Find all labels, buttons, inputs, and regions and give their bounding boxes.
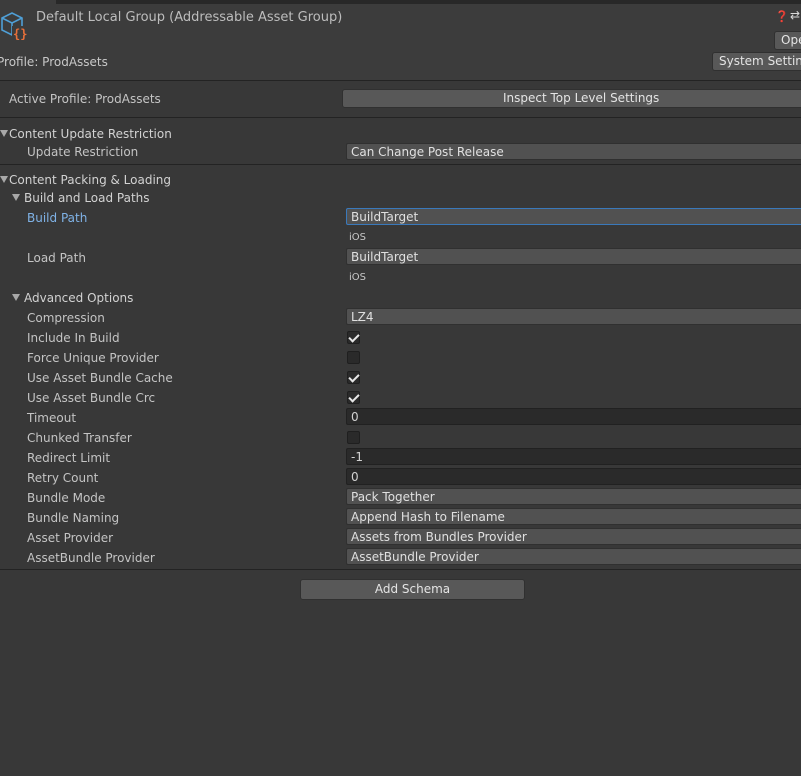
include-in-build-checkbox[interactable] (347, 331, 360, 344)
header-divider (0, 80, 801, 81)
inspect-top-level-settings-button[interactable]: Inspect Top Level Settings (342, 89, 801, 108)
use-asset-bundle-crc-checkbox[interactable] (347, 391, 360, 404)
group-title: Default Local Group (Addressable Asset G… (36, 10, 343, 25)
advanced-options-foldout[interactable]: Advanced Options (24, 291, 133, 305)
content-packing-section-title[interactable]: Content Packing & Loading (9, 173, 171, 187)
section-divider (0, 164, 801, 165)
bundle-mode-dropdown[interactable]: Pack Together (346, 488, 801, 505)
include-in-build-label: Include In Build (27, 331, 120, 345)
bundle-naming-label: Bundle Naming (27, 511, 120, 525)
timeout-label: Timeout (27, 411, 77, 425)
collapse-arrow-icon[interactable] (0, 130, 8, 137)
timeout-input[interactable]: 0 (346, 408, 801, 425)
chunked-transfer-checkbox[interactable] (347, 431, 360, 444)
compression-label: Compression (27, 311, 105, 325)
section-divider (0, 117, 801, 118)
build-path-label: Build Path (27, 211, 88, 225)
system-settings-button[interactable]: System Setting (712, 52, 801, 71)
presets-icon[interactable]: ⇄ (790, 8, 800, 22)
active-profile-label: Active Profile: ProdAssets (9, 92, 161, 106)
load-path-label: Load Path (27, 251, 86, 265)
assetbundle-provider-label: AssetBundle Provider (27, 551, 155, 565)
foldout-arrow-icon[interactable] (12, 294, 20, 301)
help-icon[interactable]: ❓ (775, 10, 789, 23)
bundle-mode-label: Bundle Mode (27, 491, 106, 505)
foldout-arrow-icon[interactable] (12, 194, 20, 201)
chunked-transfer-label: Chunked Transfer (27, 431, 132, 445)
load-path-dropdown[interactable]: BuildTarget (346, 248, 801, 265)
force-unique-provider-label: Force Unique Provider (27, 351, 159, 365)
use-asset-bundle-cache-checkbox[interactable] (347, 371, 360, 384)
section-divider (0, 569, 801, 570)
use-asset-bundle-crc-label: Use Asset Bundle Crc (27, 391, 156, 405)
update-restriction-label: Update Restriction (27, 145, 139, 159)
bundle-naming-dropdown[interactable]: Append Hash to Filename (346, 508, 801, 525)
build-path-resolved: iOS (349, 232, 366, 243)
force-unique-provider-checkbox[interactable] (347, 351, 360, 364)
collapse-arrow-icon[interactable] (0, 176, 8, 183)
update-restriction-dropdown[interactable]: Can Change Post Release (346, 143, 801, 160)
redirect-limit-label: Redirect Limit (27, 451, 111, 465)
asset-provider-label: Asset Provider (27, 531, 114, 545)
use-asset-bundle-cache-label: Use Asset Bundle Cache (27, 371, 173, 385)
build-path-dropdown[interactable]: BuildTarget (346, 208, 801, 225)
compression-dropdown[interactable]: LZ4 (346, 308, 801, 325)
content-update-section-title[interactable]: Content Update Restriction (9, 127, 172, 141)
add-schema-button[interactable]: Add Schema (300, 579, 525, 600)
svg-text:{}: {} (13, 27, 27, 41)
retry-count-label: Retry Count (27, 471, 99, 485)
load-path-resolved: iOS (349, 272, 366, 283)
profile-label: Profile: ProdAssets (0, 55, 108, 69)
addressable-group-icon: {} (1, 12, 29, 41)
open-button[interactable]: Ope (774, 31, 801, 50)
retry-count-input[interactable]: 0 (346, 468, 801, 485)
asset-provider-dropdown[interactable]: Assets from Bundles Provider (346, 528, 801, 545)
assetbundle-provider-dropdown[interactable]: AssetBundle Provider (346, 548, 801, 565)
redirect-limit-input[interactable]: -1 (346, 448, 801, 465)
build-load-paths-foldout[interactable]: Build and Load Paths (24, 191, 150, 205)
